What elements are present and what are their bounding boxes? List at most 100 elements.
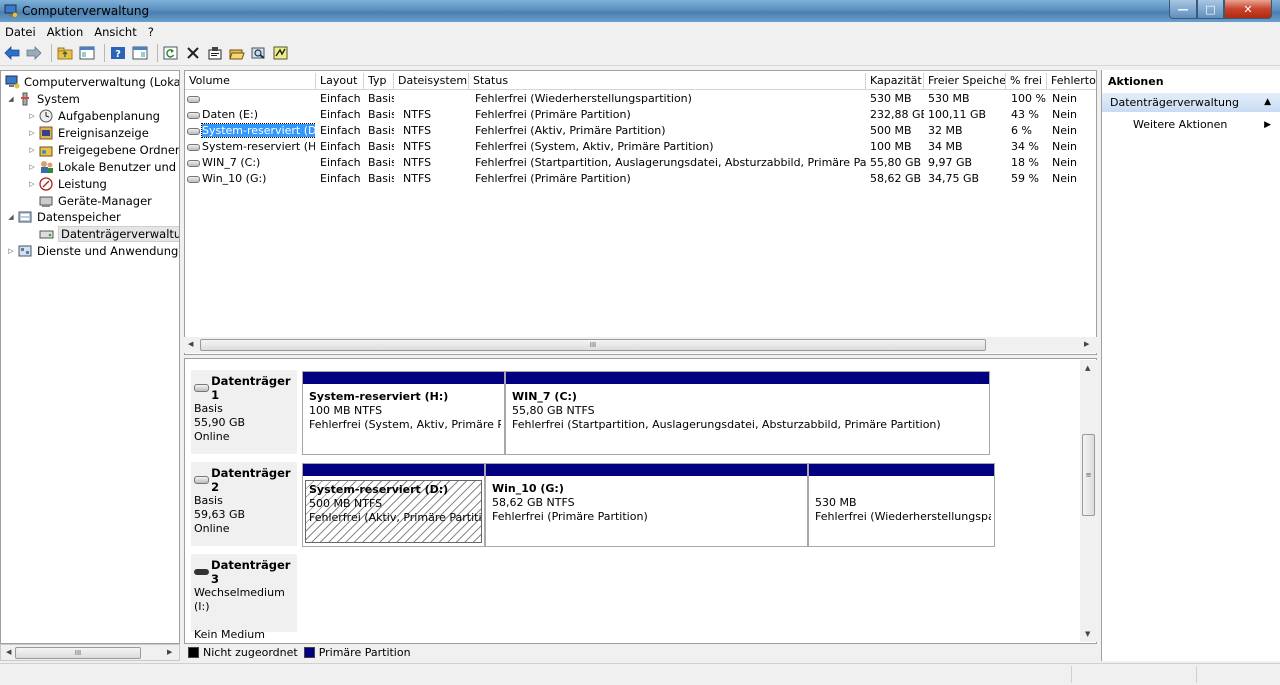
disk-1-label[interactable]: Datenträger 1 Basis 55,90 GB Online (190, 369, 298, 455)
partition-size: 55,80 GB NTFS (512, 404, 595, 417)
column-header-layout[interactable]: Layout (316, 73, 364, 90)
disk-view-vertical-scrollbar[interactable]: ▲ ≡ ▼ (1080, 360, 1097, 642)
tree-item-lokale-benutzer[interactable]: ▷ Lokale Benutzer und Gruppen (28, 158, 179, 175)
partition-g[interactable]: Win_10 (G:) 58,62 GB NTFS Fehlerfrei (Pr… (485, 463, 808, 547)
cell-layout: Einfach (320, 124, 361, 137)
collapsed-arrow-icon[interactable]: ▷ (28, 129, 36, 137)
cell-layout: Einfach (320, 140, 361, 153)
tree-item-dienste[interactable]: ▷ Dienste und Anwendungen (7, 242, 179, 259)
scrollbar-thumb[interactable]: ≡ (1082, 434, 1095, 516)
open-button[interactable] (228, 44, 246, 62)
menu-aktion[interactable]: Aktion (42, 25, 90, 39)
show-tree-button[interactable] (78, 44, 96, 62)
collapsed-arrow-icon[interactable]: ▷ (28, 163, 36, 171)
cell-status: Fehlerfrei (Aktiv, Primäre Partition) (475, 124, 666, 137)
partition-name: WIN_7 (C:) (512, 390, 577, 403)
partition-h[interactable]: System-reserviert (H:) 100 MB NTFS Fehle… (302, 371, 505, 455)
action-pane-icon (132, 46, 148, 60)
window-title: Computerverwaltung (22, 4, 150, 18)
tree-item-geraete-manager[interactable]: Geräte-Manager (39, 192, 152, 209)
collapse-up-icon[interactable]: ▲ (1264, 93, 1271, 112)
toolbar: ? (0, 41, 1280, 66)
tree-item-freigegebene-ordner[interactable]: ▷ Freigegebene Ordner (28, 141, 179, 158)
tree-item-system[interactable]: ◢ System (7, 90, 80, 107)
tree-horizontal-scrollbar[interactable]: ◀ III ▶ (0, 644, 180, 661)
scroll-right-icon[interactable]: ▶ (167, 648, 172, 656)
cell-fehlertoleranz: Nein (1052, 108, 1078, 121)
minimize-icon: — (1177, 2, 1189, 16)
tree-root[interactable]: Computerverwaltung (Lokal) (5, 73, 179, 90)
table-row[interactable]: Einfach Basis Fehlerfrei (Wiederherstellun… (185, 91, 1096, 107)
hard-disk-icon (194, 384, 210, 392)
cell-freier-speicher: 530 MB (928, 92, 970, 105)
properties-button[interactable] (206, 44, 224, 62)
tree-item-datenspeicher[interactable]: ◢ Datenspeicher (7, 208, 120, 225)
column-header-pct-frei[interactable]: % frei (1006, 73, 1047, 90)
up-folder-button[interactable] (56, 44, 74, 62)
action-weitere-aktionen[interactable]: Weitere Aktionen ▶ (1102, 116, 1280, 134)
disk-settings-button[interactable] (272, 44, 290, 62)
actions-group-datentraegerverwaltung[interactable]: Datenträgerverwaltung ▲ (1102, 93, 1280, 112)
column-header-fehlertoleranz[interactable]: Fehlertol (1047, 73, 1096, 90)
show-action-pane-button[interactable] (131, 44, 149, 62)
table-row[interactable]: System-reserviert (D:) Einfach Basis NTFS Fe… (185, 123, 1096, 139)
disk-state: Kein Medium (194, 628, 265, 641)
scroll-left-icon[interactable]: ◀ (188, 340, 193, 348)
close-button[interactable]: ✕ (1224, 0, 1272, 19)
collapsed-arrow-icon[interactable]: ▷ (28, 146, 36, 154)
expanded-arrow-icon[interactable]: ◢ (7, 95, 15, 103)
partition-d[interactable]: System-reserviert (D:) 500 MB NTFS Fehle… (302, 463, 485, 547)
refresh-button[interactable] (162, 44, 180, 62)
scroll-up-icon[interactable]: ▲ (1085, 364, 1090, 372)
volume-list: Volume Layout Typ Dateisystem Status Kap… (184, 70, 1097, 355)
partition-c[interactable]: WIN_7 (C:) 55,80 GB NTFS Fehlerfrei (Sta… (505, 371, 990, 455)
table-row[interactable]: Win_10 (G:) Einfach Basis NTFS Fehlerfrei (P… (185, 171, 1096, 187)
help-button[interactable]: ? (109, 44, 127, 62)
tree-item-aufgabenplanung[interactable]: ▷ Aufgabenplanung (28, 107, 160, 124)
title-bar[interactable]: Computerverwaltung — □ ✕ (0, 0, 1280, 22)
menu-help[interactable]: ? (143, 25, 160, 39)
disk-3-label[interactable]: Datenträger 3 Wechselmedium (I:) Kein Me… (190, 553, 298, 641)
tree-item-datentraegerverwaltung[interactable]: Datenträgerverwaltung (39, 225, 179, 242)
column-header-typ[interactable]: Typ (364, 73, 394, 90)
cell-pct-frei: 100 % (1011, 92, 1046, 105)
scrollbar-thumb[interactable]: III (15, 647, 141, 659)
scrollbar-thumb[interactable]: III (200, 339, 986, 351)
partition-status: Fehlerfrei (Primäre Partition) (492, 510, 648, 523)
menu-ansicht[interactable]: Ansicht (89, 25, 142, 39)
scroll-left-icon[interactable]: ◀ (6, 648, 11, 656)
back-button[interactable] (3, 44, 21, 62)
maximize-button[interactable]: □ (1197, 0, 1224, 19)
column-header-dateisystem[interactable]: Dateisystem (394, 73, 469, 90)
search-button[interactable] (250, 44, 268, 62)
menu-datei[interactable]: Datei (0, 25, 42, 39)
table-row[interactable]: Daten (E:) Einfach Basis NTFS Fehlerfrei (Pr… (185, 107, 1096, 123)
minimize-button[interactable]: — (1169, 0, 1197, 19)
collapsed-arrow-icon[interactable]: ▷ (7, 247, 15, 255)
legend-swatch-unallocated (188, 647, 199, 658)
volume-list-horizontal-scrollbar[interactable]: ◀ III ▶ (184, 337, 1097, 353)
table-row[interactable]: WIN_7 (C:) Einfach Basis NTFS Fehlerfrei (St… (185, 155, 1096, 171)
column-header-freier-speicher[interactable]: Freier Speicher (924, 73, 1006, 90)
partition-status: Fehlerfrei (System, Aktiv, Primäre Parti… (309, 418, 501, 431)
table-row[interactable]: System-reserviert (H:) Einfach Basis NTFS Fe… (185, 139, 1096, 155)
status-segment (1071, 666, 1196, 683)
column-header-kapazitaet[interactable]: Kapazität (866, 73, 924, 90)
partition-recovery[interactable]: 530 MB Fehlerfrei (Wiederherstellungspar… (808, 463, 995, 547)
volume-disk-icon (187, 175, 200, 183)
disk-2-label[interactable]: Datenträger 2 Basis 59,63 GB Online (190, 461, 298, 547)
column-header-volume[interactable]: Volume (185, 73, 316, 90)
scroll-down-icon[interactable]: ▼ (1085, 630, 1090, 638)
delete-button[interactable] (184, 44, 202, 62)
removable-drive-icon (194, 569, 210, 575)
tree-item-leistung[interactable]: ▷ Leistung (28, 175, 107, 192)
cell-kapazitaet: 232,88 GB (870, 108, 924, 121)
expanded-arrow-icon[interactable]: ◢ (7, 213, 15, 221)
collapsed-arrow-icon[interactable]: ▷ (28, 112, 36, 120)
scroll-right-icon[interactable]: ▶ (1084, 340, 1089, 348)
tree-item-ereignisanzeige[interactable]: ▷ Ereignisanzeige (28, 124, 149, 141)
collapsed-arrow-icon[interactable]: ▷ (28, 180, 36, 188)
column-header-status[interactable]: Status (469, 73, 866, 90)
status-segment (1196, 666, 1280, 683)
forward-button[interactable] (25, 44, 43, 62)
